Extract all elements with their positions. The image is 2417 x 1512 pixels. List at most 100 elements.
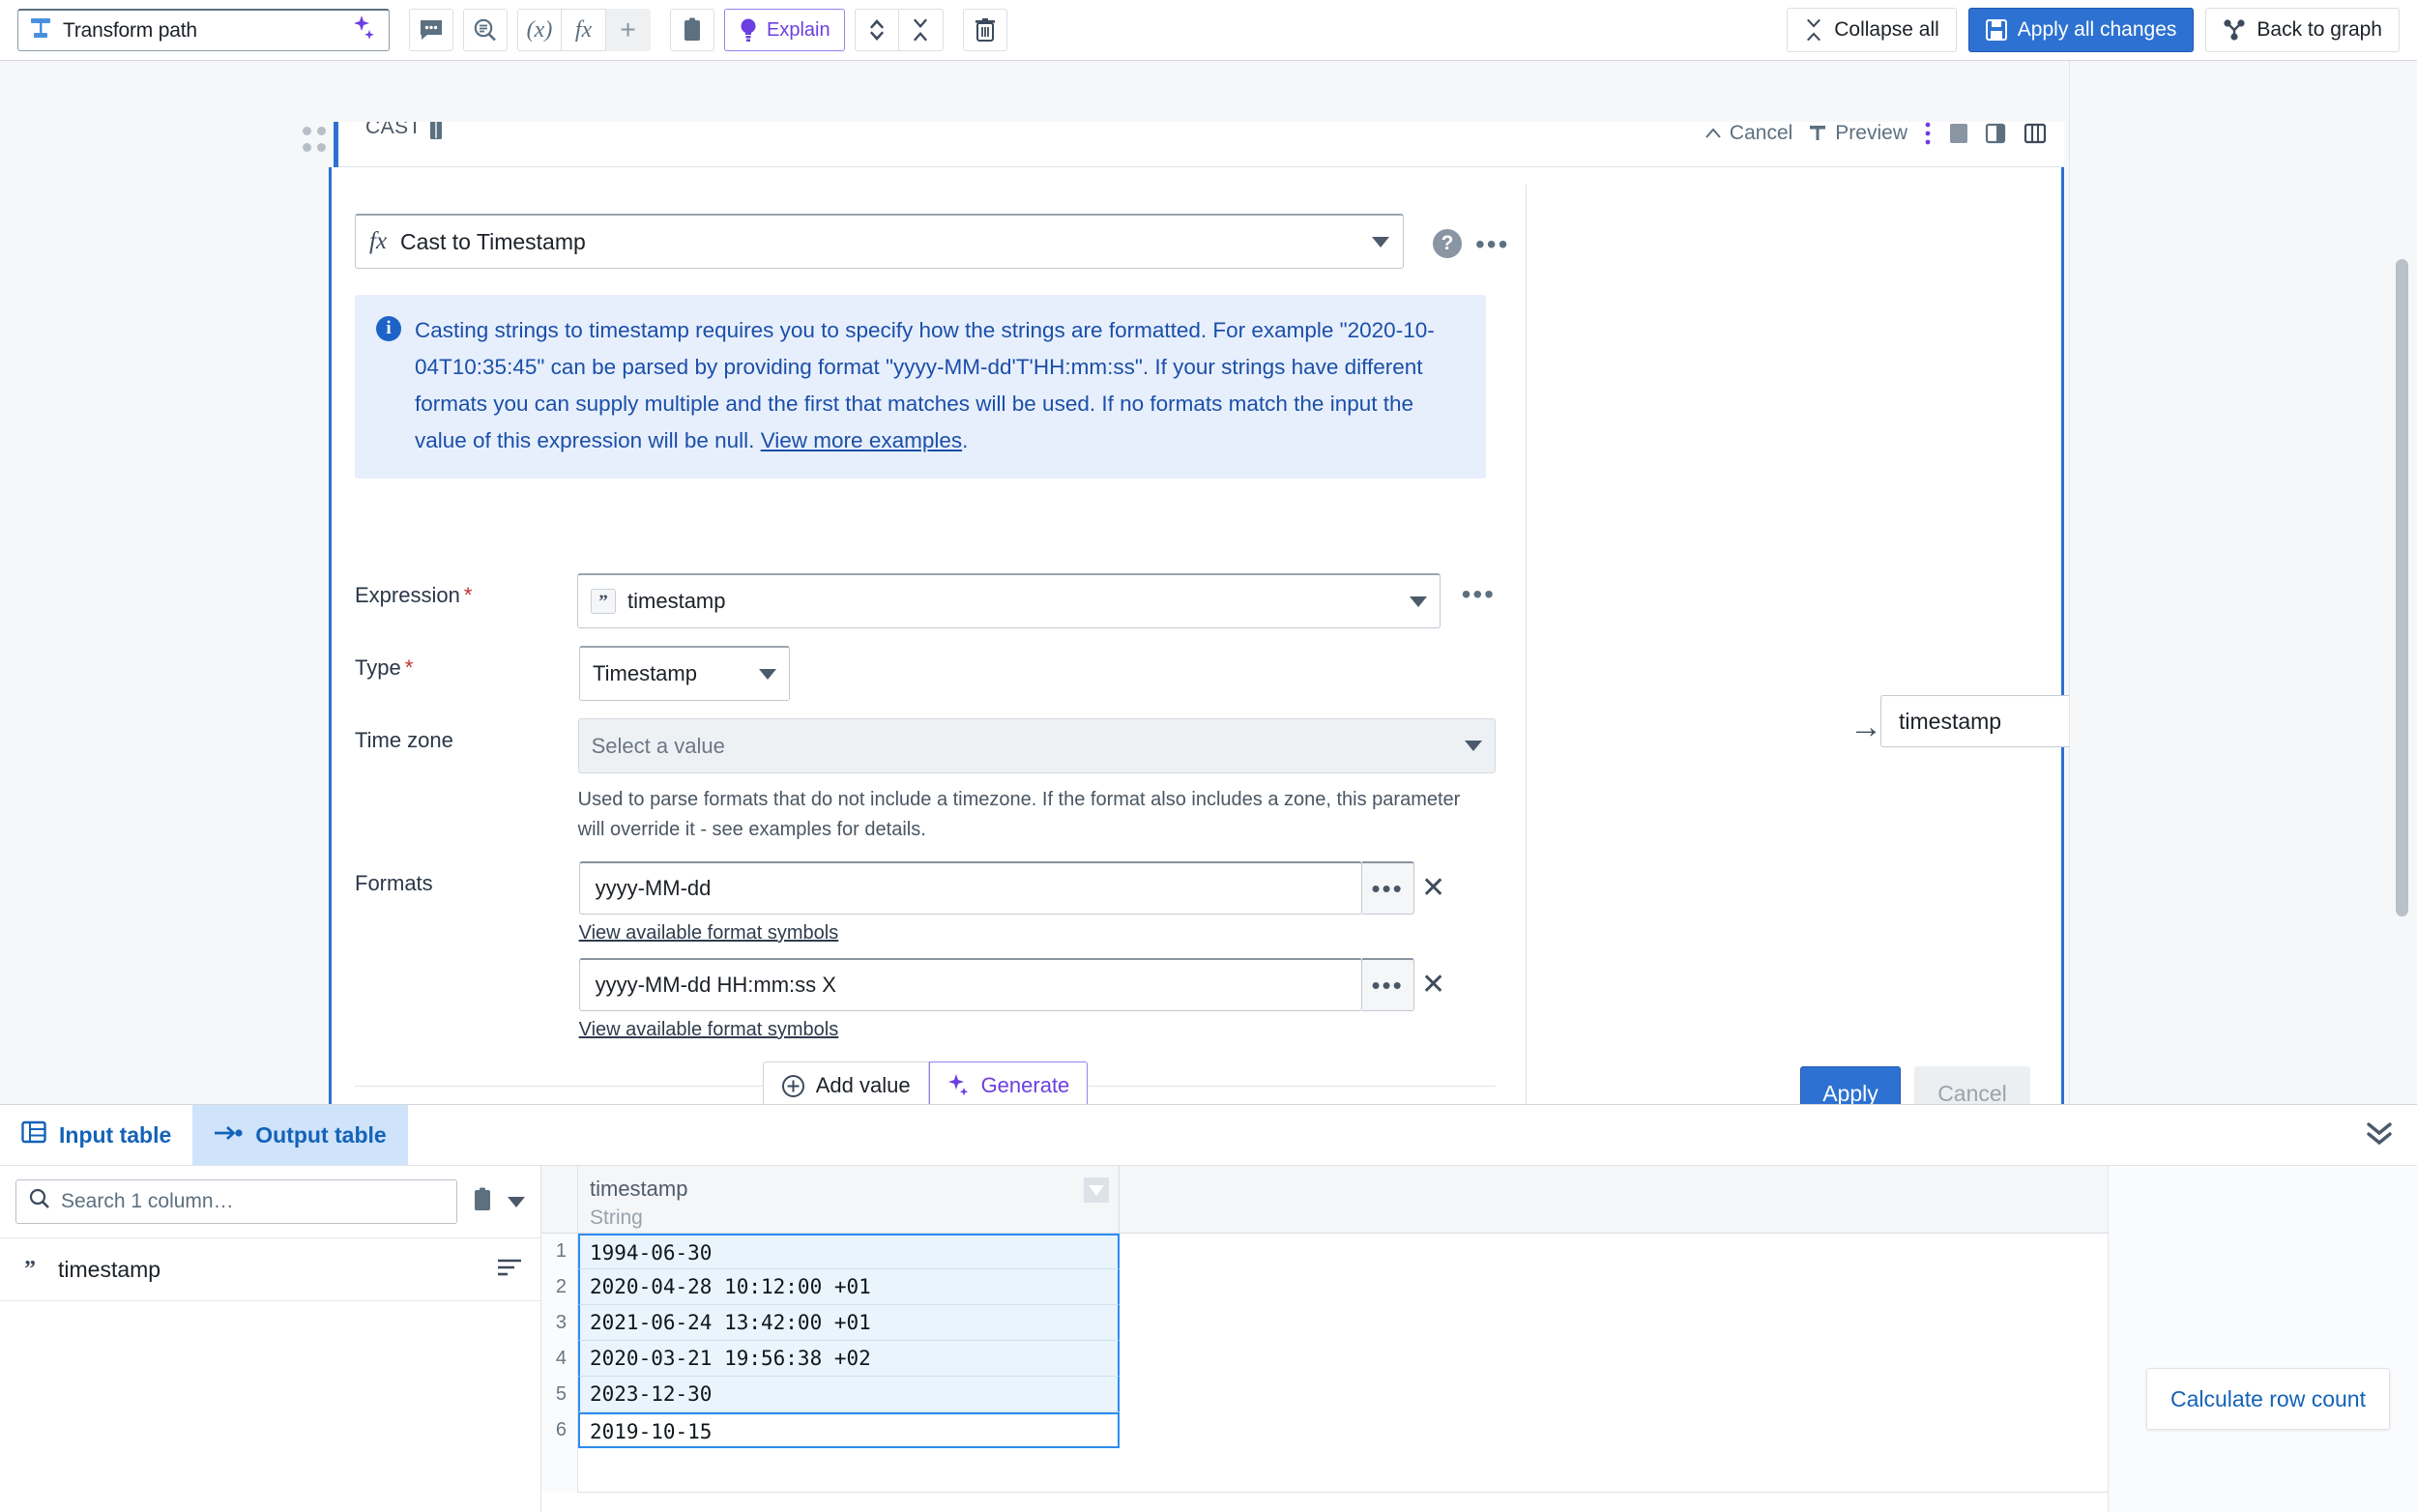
grid-column-header[interactable]: timestamp String bbox=[578, 1166, 1120, 1233]
info-banner-text: Casting strings to timestamp requires yo… bbox=[415, 312, 1463, 459]
add-icon-button[interactable]: + bbox=[606, 9, 651, 51]
drag-handle-icon[interactable] bbox=[303, 127, 328, 160]
variable-icon-button[interactable]: (x) bbox=[517, 9, 562, 51]
toolbar-right-actions: Collapse all Apply all changes Back to g… bbox=[1787, 8, 2400, 52]
search-data-icon-button[interactable] bbox=[463, 9, 508, 51]
timezone-label: Time zone bbox=[355, 718, 578, 753]
trash-icon-button[interactable] bbox=[962, 9, 1007, 51]
workspace-left-strip bbox=[0, 61, 302, 1104]
table-row[interactable]: 6 2019-10-15 bbox=[541, 1412, 2108, 1448]
search-input[interactable]: Search 1 column… bbox=[15, 1179, 457, 1224]
view-format-symbols-link-2[interactable]: View available format symbols bbox=[579, 1019, 839, 1040]
sort-icon[interactable] bbox=[496, 1257, 523, 1283]
timezone-row: Time zone Select a value Used to parse f… bbox=[355, 718, 1496, 845]
column-search-row: Search 1 column… bbox=[0, 1166, 540, 1237]
back-to-graph-button[interactable]: Back to graph bbox=[2205, 8, 2400, 52]
card-header: CAST Cancel Preview bbox=[338, 122, 2064, 167]
card-preview-button[interactable]: Preview bbox=[1808, 122, 1907, 145]
card-split-panel-icon[interactable] bbox=[1985, 122, 2008, 145]
expression-more-menu-icon[interactable]: ••• bbox=[1462, 573, 1496, 608]
card-header-actions: Cancel Preview bbox=[1704, 122, 2064, 153]
view-more-examples-link[interactable]: View more examples bbox=[761, 428, 962, 452]
remove-format-icon-1[interactable]: ✕ bbox=[1414, 861, 1453, 915]
grid-header-row: timestamp String bbox=[541, 1166, 2108, 1234]
card-panel-icon[interactable] bbox=[1948, 122, 1969, 145]
function-more-menu-icon[interactable]: ••• bbox=[1475, 231, 1509, 258]
app-root: Transform path (x) fx + Explain Collapse… bbox=[0, 0, 2417, 1512]
apply-all-changes-button[interactable]: Apply all changes bbox=[1967, 8, 2195, 52]
table-cell[interactable]: 2023-12-30 bbox=[578, 1377, 1120, 1412]
format-more-menu-icon-1[interactable]: ••• bbox=[1361, 861, 1414, 915]
table-row[interactable]: 1 1994-06-30 bbox=[541, 1234, 2108, 1269]
bottom-panel: Input table Output table Search 1 column… bbox=[0, 1104, 2417, 1512]
add-icon: + bbox=[620, 15, 636, 44]
arrow-right-icon: → bbox=[1849, 709, 1882, 745]
table-row[interactable]: 4 2020-03-21 19:56:38 +02 bbox=[541, 1341, 2108, 1377]
table-cell[interactable]: 1994-06-30 bbox=[578, 1234, 1120, 1269]
card-menu-icon[interactable] bbox=[1923, 122, 1933, 146]
grid-bottom-filler bbox=[541, 1448, 2108, 1493]
row-filler bbox=[1120, 1341, 2108, 1377]
collapse-all-button[interactable]: Collapse all bbox=[1787, 8, 1957, 52]
calculate-row-count-button[interactable]: Calculate row count bbox=[2146, 1368, 2390, 1430]
function-icon: fx bbox=[574, 16, 593, 43]
expand-collapse-icon-button[interactable] bbox=[854, 9, 899, 51]
function-select[interactable]: fx Cast to Timestamp bbox=[355, 214, 1404, 269]
generate-button[interactable]: Generate bbox=[928, 1061, 1089, 1110]
table-cell-selected[interactable]: 2019-10-15 bbox=[578, 1412, 1120, 1448]
workspace-right-pane bbox=[2069, 61, 2417, 1104]
view-format-symbols-link-1[interactable]: View available format symbols bbox=[579, 922, 839, 944]
top-toolbar: Transform path (x) fx + Explain Collapse… bbox=[0, 0, 2417, 61]
timezone-select[interactable]: Select a value bbox=[577, 718, 1496, 773]
type-select[interactable]: Timestamp bbox=[579, 646, 790, 701]
remove-format-icon-2[interactable]: ✕ bbox=[1414, 958, 1453, 1011]
table-cell[interactable]: 2021-06-24 13:42:00 +01 bbox=[578, 1305, 1120, 1341]
row-index-empty bbox=[541, 1448, 578, 1493]
clipboard-icon-button[interactable] bbox=[670, 9, 714, 51]
collapse-panel-icon[interactable] bbox=[2363, 1119, 2396, 1154]
copy-columns-icon[interactable] bbox=[471, 1187, 494, 1217]
card-body: fx Cast to Timestamp ? ••• i Casting str… bbox=[332, 167, 2375, 1151]
grid-column-type: String bbox=[590, 1206, 643, 1229]
string-type-icon: ” bbox=[591, 589, 617, 614]
type-label: Type * bbox=[355, 646, 579, 681]
timezone-helper-text: Used to parse formats that do not includ… bbox=[577, 789, 1461, 840]
transform-icon bbox=[30, 16, 51, 44]
row-filler bbox=[1120, 1305, 2108, 1341]
table-cell[interactable]: 2020-03-21 19:56:38 +02 bbox=[578, 1341, 1120, 1377]
card-columns-icon[interactable] bbox=[2024, 122, 2047, 145]
divider-left bbox=[355, 1085, 763, 1087]
transform-path-select[interactable]: Transform path bbox=[17, 9, 390, 51]
comment-icon-button[interactable] bbox=[409, 9, 453, 51]
transform-path-label: Transform path bbox=[63, 18, 197, 42]
tab-input-table[interactable]: Input table bbox=[0, 1105, 192, 1165]
grid-empty-area bbox=[578, 1448, 2108, 1493]
vertical-scrollbar[interactable] bbox=[2396, 259, 2408, 916]
format-input-1[interactable]: yyyy-MM-dd bbox=[578, 861, 1362, 915]
format-value-1: yyyy-MM-dd bbox=[595, 876, 712, 900]
card-cancel-button[interactable]: Cancel bbox=[1704, 122, 1792, 145]
row-index: 4 bbox=[541, 1341, 578, 1377]
info-banner: i Casting strings to timestamp requires … bbox=[355, 295, 1486, 479]
add-value-button[interactable]: Add value bbox=[762, 1061, 929, 1110]
tab-output-table[interactable]: Output table bbox=[192, 1105, 408, 1165]
explain-button[interactable]: Explain bbox=[724, 9, 845, 51]
required-marker: * bbox=[463, 583, 473, 607]
table-row[interactable]: 2 2020-04-28 10:12:00 +01 bbox=[541, 1269, 2108, 1305]
expression-input[interactable]: ” timestamp bbox=[577, 573, 1441, 628]
function-icon-button[interactable]: fx bbox=[562, 9, 606, 51]
collapse-icon-button[interactable] bbox=[898, 9, 944, 51]
format-value-2: yyyy-MM-dd HH:mm:ss X bbox=[595, 973, 836, 997]
column-filter-icon[interactable] bbox=[1084, 1178, 1109, 1203]
help-icon[interactable]: ? bbox=[1433, 229, 1462, 258]
table-cell[interactable]: 2020-04-28 10:12:00 +01 bbox=[578, 1269, 1120, 1305]
type-label-text: Type bbox=[355, 655, 401, 680]
card-header-icon bbox=[426, 122, 446, 150]
chevron-down-icon[interactable] bbox=[508, 1196, 525, 1207]
table-row[interactable]: 3 2021-06-24 13:42:00 +01 bbox=[541, 1305, 2108, 1341]
expand-collapse-group bbox=[854, 9, 944, 51]
format-input-2[interactable]: yyyy-MM-dd HH:mm:ss X bbox=[578, 958, 1362, 1011]
table-row[interactable]: 5 2023-12-30 bbox=[541, 1377, 2108, 1412]
format-more-menu-icon-2[interactable]: ••• bbox=[1361, 958, 1414, 1011]
column-list-item[interactable]: ” timestamp bbox=[0, 1237, 540, 1301]
